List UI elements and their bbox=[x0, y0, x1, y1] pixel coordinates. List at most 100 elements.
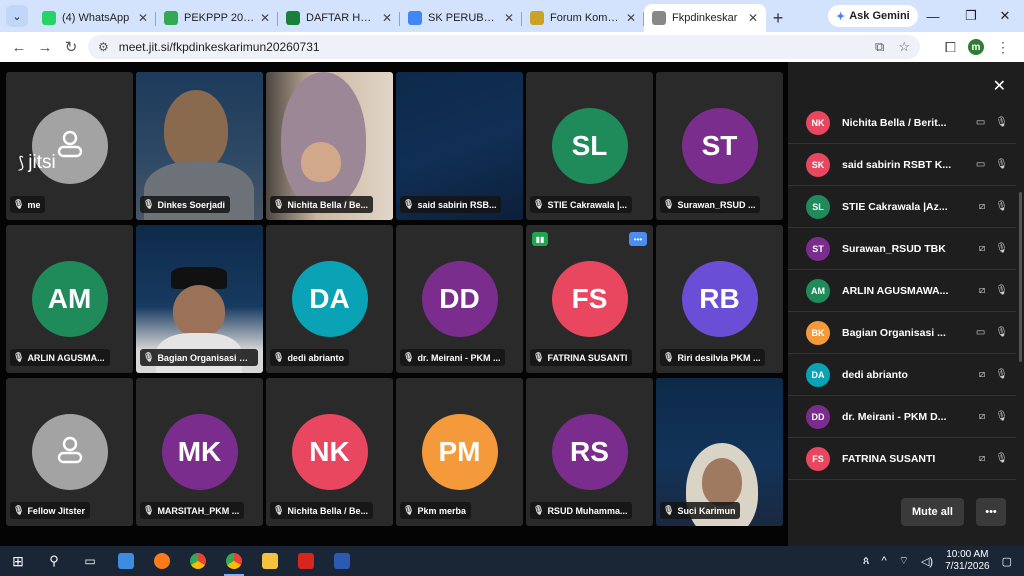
participant-tile[interactable]: DD 🎙︎ dr. Meirani - PKM ... bbox=[396, 225, 523, 373]
firefox-icon bbox=[154, 553, 170, 569]
taskbar-chrome[interactable] bbox=[180, 546, 216, 576]
network-icon[interactable]: ⌔ bbox=[899, 554, 909, 568]
participant-list-item[interactable]: AM ARLIN AGUSMAWA... ⧄ 🎙︎ bbox=[788, 270, 1016, 312]
participant-status: ⧄ 🎙︎ bbox=[979, 453, 1008, 464]
participant-tile[interactable]: DA 🎙︎ dedi abrianto bbox=[266, 225, 393, 373]
volume-icon[interactable]: ◁) bbox=[921, 555, 933, 568]
tab-label: DAFTAR HADIR R bbox=[306, 12, 378, 24]
browser-tab[interactable]: PEKPPP 2026 - G ✕ bbox=[156, 4, 278, 32]
participant-tile[interactable]: AM 🎙︎ ARLIN AGUSMA... bbox=[6, 225, 133, 373]
participant-list-item[interactable]: DA dedi abrianto ⧄ 🎙︎ bbox=[788, 354, 1016, 396]
taskbar-word[interactable] bbox=[324, 546, 360, 576]
start-button[interactable]: ⊞ bbox=[0, 546, 36, 576]
browser-tab[interactable]: Forum Komunika ✕ bbox=[522, 4, 644, 32]
participant-avatar: NK bbox=[291, 414, 368, 490]
mic-muted-icon: 🎙︎ bbox=[403, 352, 415, 362]
profile-avatar[interactable]: m bbox=[968, 39, 984, 55]
mute-all-button[interactable]: Mute all bbox=[901, 498, 964, 526]
tab-close-icon[interactable]: ✕ bbox=[504, 11, 514, 25]
participant-nametag: 🎙︎ dr. Meirani - PKM ... bbox=[400, 349, 506, 366]
camera-icon: ▭ bbox=[975, 327, 986, 338]
forward-button[interactable]: → bbox=[32, 34, 58, 60]
participant-list-item[interactable]: SK said sabirin RSBT K... ▭ 🎙︎ bbox=[788, 144, 1016, 186]
taskbar-acrobat[interactable] bbox=[288, 546, 324, 576]
clock-time: 10:00 AM bbox=[946, 549, 989, 560]
participant-list-item[interactable]: NK Nichita Bella / Berit... ▭ 🎙︎ bbox=[788, 102, 1016, 144]
tab-close-icon[interactable]: ✕ bbox=[748, 11, 758, 25]
participant-tile[interactable]: 🎙︎ Suci Karimun bbox=[656, 378, 783, 526]
tab-search-button[interactable]: ⌄ bbox=[6, 5, 28, 27]
participant-tile[interactable]: 🎙︎ said sabirin RSB... bbox=[396, 72, 523, 220]
participant-tile[interactable]: RB 🎙︎ Riri desilvia PKM ... bbox=[656, 225, 783, 373]
taskbar-app-1[interactable] bbox=[108, 546, 144, 576]
menu-icon[interactable]: ⋮ bbox=[996, 39, 1010, 56]
participant-avatar: ST bbox=[681, 108, 758, 184]
bookmark-star-icon[interactable]: ☆ bbox=[898, 39, 910, 55]
address-bar[interactable]: ⚙ meet.jit.si/fkpdinkeskarimun20260731 ⧉… bbox=[88, 35, 920, 59]
tab-close-icon[interactable]: ✕ bbox=[138, 11, 148, 25]
participant-list-item[interactable]: FS FATRINA SUSANTI ⧄ 🎙︎ bbox=[788, 438, 1016, 480]
participant-tile[interactable]: NK 🎙︎ Nichita Bella / Be... bbox=[266, 378, 393, 526]
notification-icon[interactable]: ▢ bbox=[1002, 555, 1012, 568]
participant-tile[interactable]: PM 🎙︎ Pkm merba bbox=[396, 378, 523, 526]
person-face bbox=[301, 142, 341, 182]
participant-tile[interactable]: 🎙︎ Fellow Jitster bbox=[6, 378, 133, 526]
reload-button[interactable]: ↻ bbox=[58, 34, 84, 60]
back-button[interactable]: ← bbox=[6, 34, 32, 60]
tab-close-icon[interactable]: ✕ bbox=[382, 11, 392, 25]
participant-tile[interactable]: FS ▮▮ ••• 🎙︎ FATRINA SUSANTI bbox=[526, 225, 653, 373]
participant-list-item[interactable]: SL STIE Cakrawala |Az... ⧄ 🎙︎ bbox=[788, 186, 1016, 228]
participant-name: dedi abrianto bbox=[287, 352, 344, 363]
tab-close-icon[interactable]: ✕ bbox=[626, 11, 636, 25]
clock[interactable]: 10:00 AM 7/31/2026 bbox=[945, 549, 990, 573]
system-tray: ጰ ^ ⌔ ◁) 10:00 AM 7/31/2026 ▢ bbox=[863, 546, 1024, 576]
more-options-button[interactable]: ••• bbox=[976, 498, 1006, 526]
ask-gemini-button[interactable]: ✦ Ask Gemini bbox=[828, 5, 918, 27]
participant-avatar: ST bbox=[806, 236, 830, 261]
browser-tab[interactable]: (4) WhatsApp ✕ bbox=[34, 4, 156, 32]
task-view-button[interactable]: ▭ bbox=[72, 546, 108, 576]
participant-tile[interactable]: RS 🎙︎ RSUD Muhamma... bbox=[526, 378, 653, 526]
participant-tile[interactable]: SL 🎙︎ STIE Cakrawala |... bbox=[526, 72, 653, 220]
participant-avatar: DA bbox=[291, 261, 368, 337]
connection-stats-icon[interactable]: ▮▮ bbox=[532, 232, 548, 246]
new-tab-button[interactable]: + bbox=[766, 4, 790, 32]
participant-avatar: RS bbox=[551, 414, 628, 490]
participant-tile[interactable]: MK 🎙︎ MARSITAH_PKM ... bbox=[136, 378, 263, 526]
participant-tile[interactable]: ST 🎙︎ Surawan_RSUD ... bbox=[656, 72, 783, 220]
participant-tile[interactable]: 🎙︎ Nichita Bella / Be... bbox=[266, 72, 393, 220]
close-window-button[interactable]: ✕ bbox=[982, 0, 1024, 32]
participant-avatar: RB bbox=[681, 261, 758, 337]
extensions-icon[interactable]: ⧠ bbox=[945, 39, 956, 56]
browser-tab[interactable]: SK PERUBAHAN ✕ bbox=[400, 4, 522, 32]
participant-tile[interactable]: 🎙︎ Bagian Organisasi Se... bbox=[136, 225, 263, 373]
taskbar-file-explorer[interactable] bbox=[252, 546, 288, 576]
participant-nametag: 🎙︎ MARSITAH_PKM ... bbox=[140, 502, 245, 519]
participant-list-item[interactable]: ST Surawan_RSUD TBK ⧄ 🎙︎ bbox=[788, 228, 1016, 270]
cast-icon[interactable]: ⧉ bbox=[875, 39, 884, 55]
participant-tile[interactable]: 🎙︎ me bbox=[6, 72, 133, 220]
close-panel-icon[interactable]: ✕ bbox=[993, 76, 1006, 96]
taskbar-firefox[interactable] bbox=[144, 546, 180, 576]
participant-name: MARSITAH_PKM ... bbox=[157, 505, 240, 516]
participant-list-item[interactable]: BK Bagian Organisasi ... ▭ 🎙︎ bbox=[788, 312, 1016, 354]
search-button[interactable]: ⚲ bbox=[36, 546, 72, 576]
mic-muted-icon: 🎙︎ bbox=[995, 117, 1008, 128]
clock-date: 7/31/2026 bbox=[945, 561, 990, 572]
people-icon[interactable]: ጰ bbox=[863, 555, 870, 568]
browser-tab[interactable]: Fkpdinkeskar ✕ bbox=[644, 4, 766, 32]
browser-tab[interactable]: DAFTAR HADIR R ✕ bbox=[278, 4, 400, 32]
tab-favicon bbox=[164, 11, 178, 25]
participant-list-item[interactable]: DD dr. Meirani - PKM D... ⧄ 🎙︎ bbox=[788, 396, 1016, 438]
taskbar-chrome-active[interactable] bbox=[216, 546, 252, 576]
chevron-up-icon[interactable]: ^ bbox=[881, 555, 886, 567]
tab-close-icon[interactable]: ✕ bbox=[260, 11, 270, 25]
site-info-icon[interactable]: ⚙ bbox=[98, 40, 109, 54]
participant-tile[interactable]: 🎙︎ Dinkes Soerjadi bbox=[136, 72, 263, 220]
participant-list: NK Nichita Bella / Berit... ▭ 🎙︎ SK said sabi… bbox=[788, 102, 1016, 480]
more-options-icon[interactable]: ••• bbox=[629, 232, 647, 246]
participant-nametag: 🎙︎ Suci Karimun bbox=[660, 502, 741, 519]
panel-scrollbar[interactable] bbox=[1019, 192, 1022, 362]
participant-nametag: 🎙︎ STIE Cakrawala |... bbox=[530, 196, 632, 213]
participant-nametag: 🎙︎ me bbox=[10, 196, 46, 213]
